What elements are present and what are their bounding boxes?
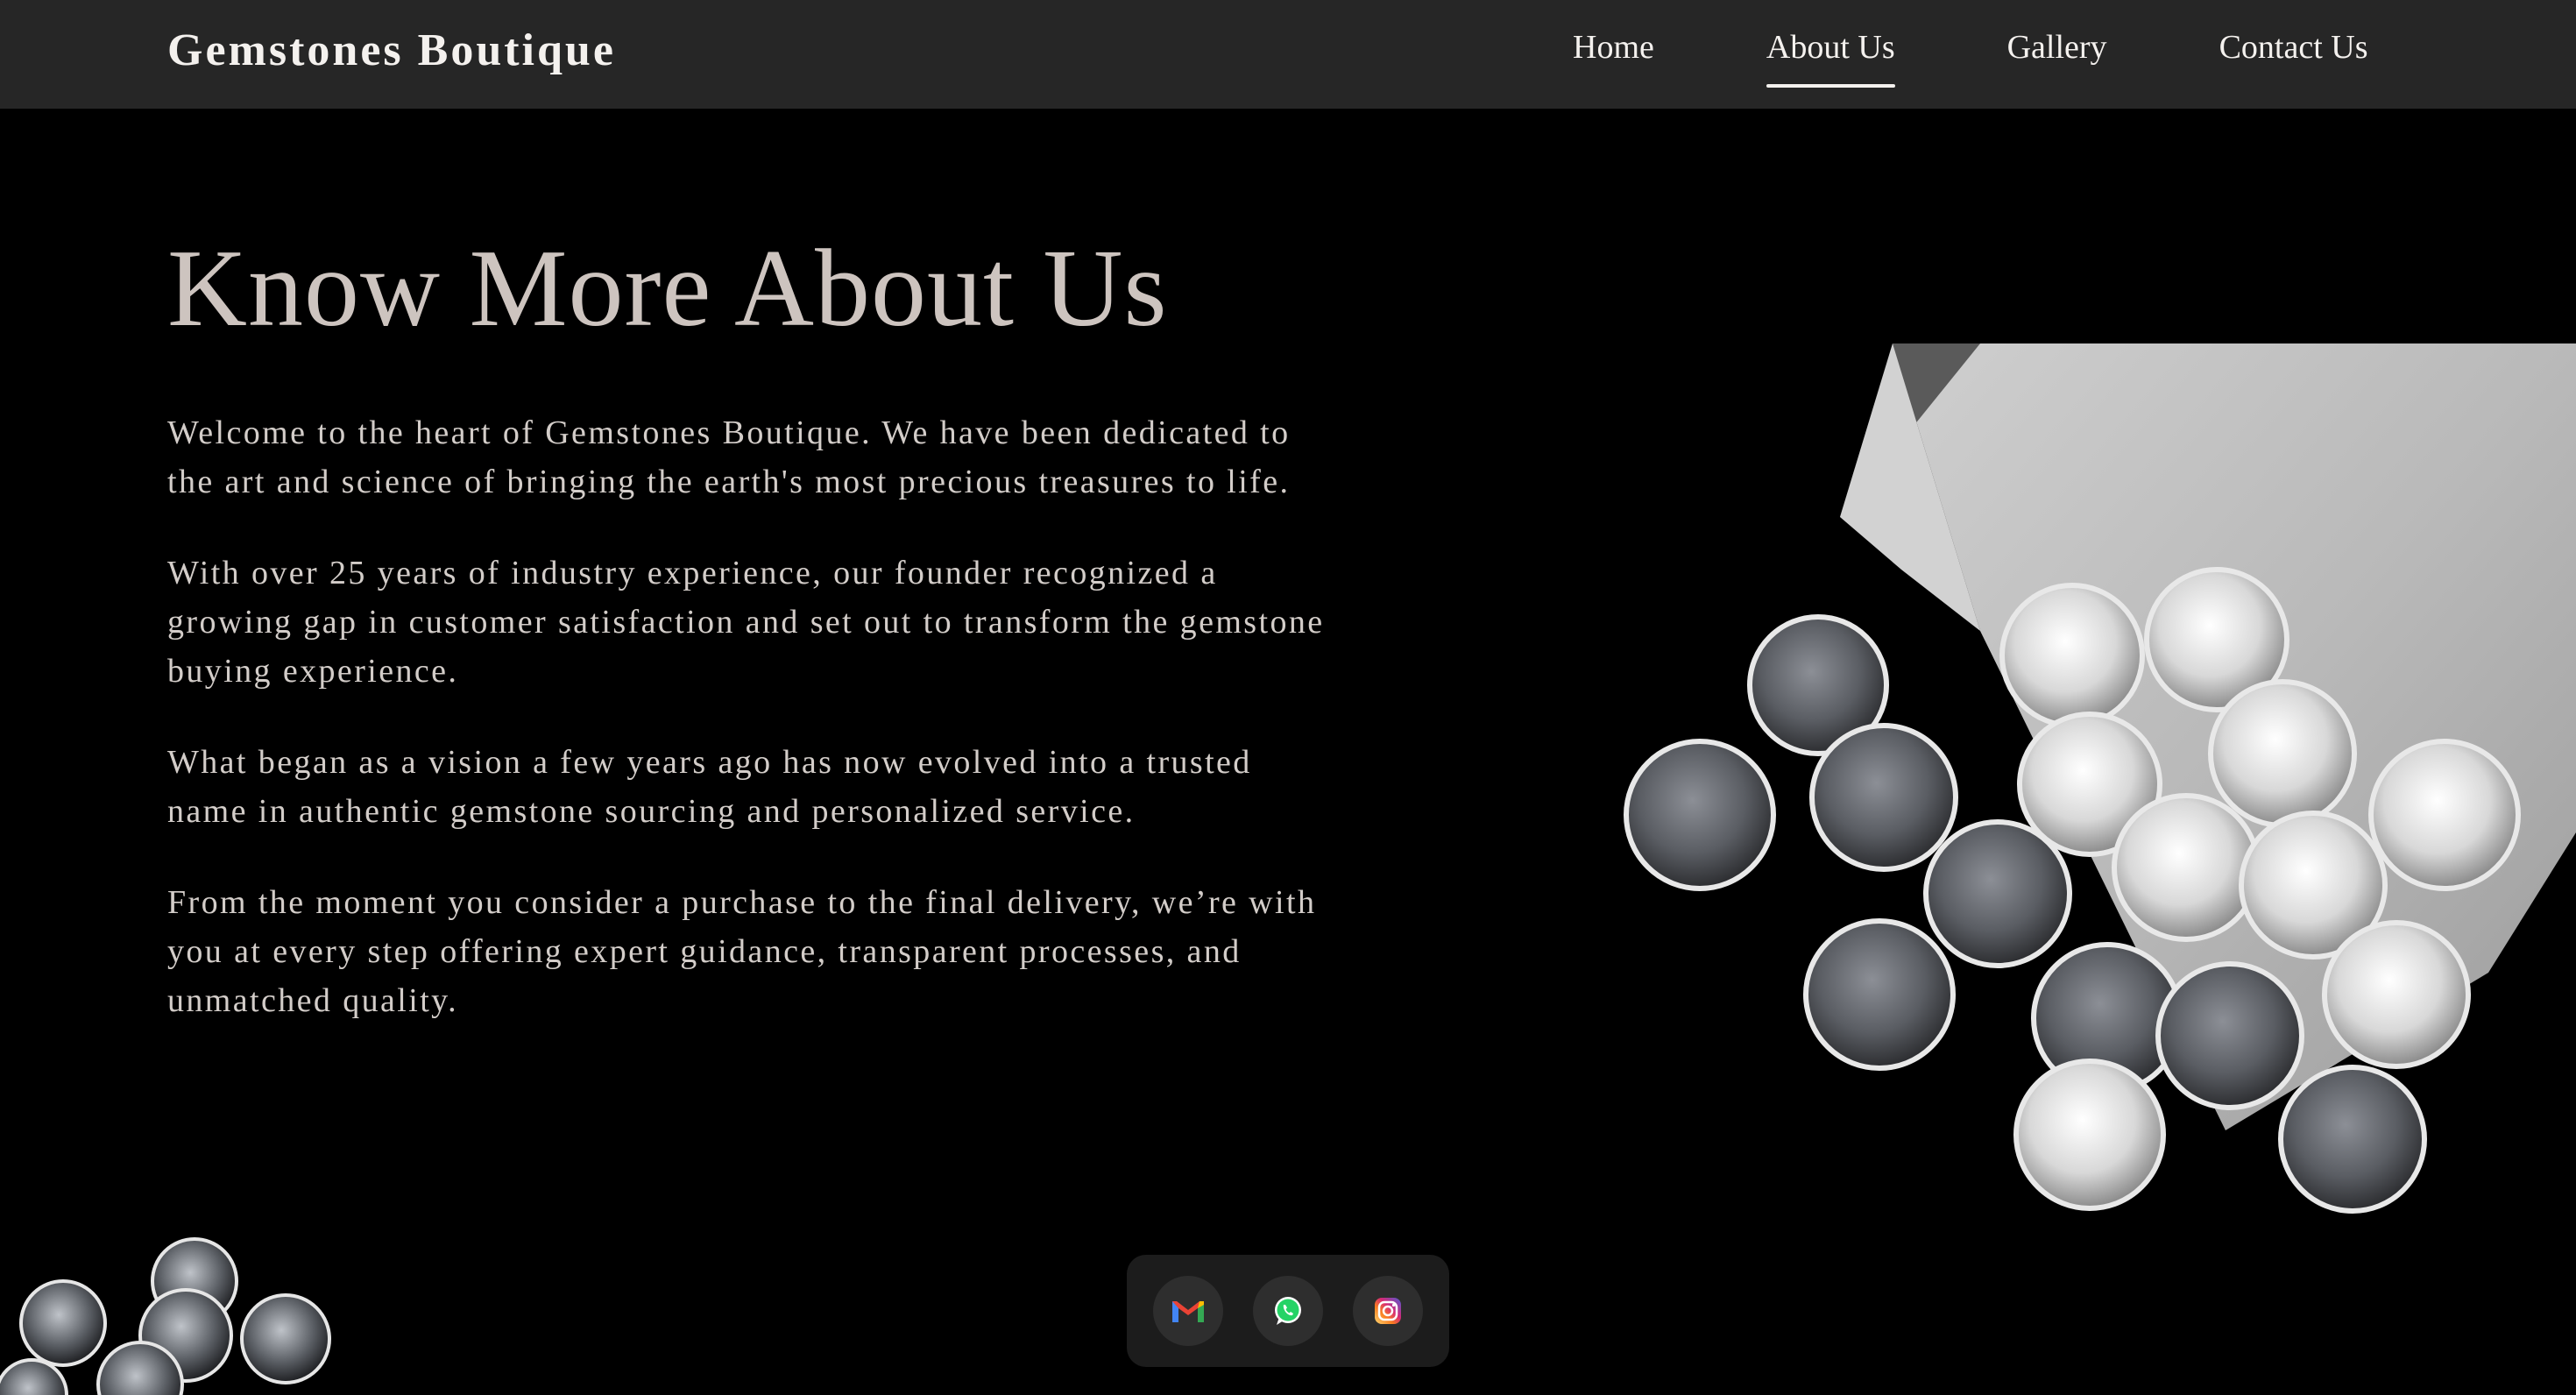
navbar: Gemstones Boutique Home About Us Gallery… [0,0,2576,109]
brand-logo[interactable]: Gemstones Boutique [167,25,616,76]
nav-link-home[interactable]: Home [1573,28,1654,81]
instagram-icon [1375,1298,1401,1324]
nav-links: Home About Us Gallery Contact Us [1573,28,2368,88]
about-text: Welcome to the heart of Gemstones Boutiq… [167,408,1341,1067]
gmail-button[interactable] [1153,1276,1223,1346]
corner-gems-image [0,1237,331,1395]
about-paragraph: With over 25 years of industry experienc… [167,555,1325,690]
whatsapp-button[interactable] [1253,1276,1323,1346]
nav-link-contact-us[interactable]: Contact Us [2219,28,2368,81]
social-bar [1127,1255,1449,1367]
gemstones-image [1624,343,2576,1214]
about-paragraph: What began as a vision a few years ago h… [167,744,1252,830]
page-title: Know More About Us [167,228,1168,350]
about-paragraph: Welcome to the heart of Gemstones Boutiq… [167,414,1291,500]
nav-link-about-us[interactable]: About Us [1766,28,1895,88]
about-paragraph: From the moment you consider a purchase … [167,884,1317,1019]
gmail-icon [1172,1301,1204,1322]
whatsapp-icon [1275,1297,1301,1325]
nav-link-gallery[interactable]: Gallery [2007,28,2107,81]
instagram-button[interactable] [1353,1276,1423,1346]
